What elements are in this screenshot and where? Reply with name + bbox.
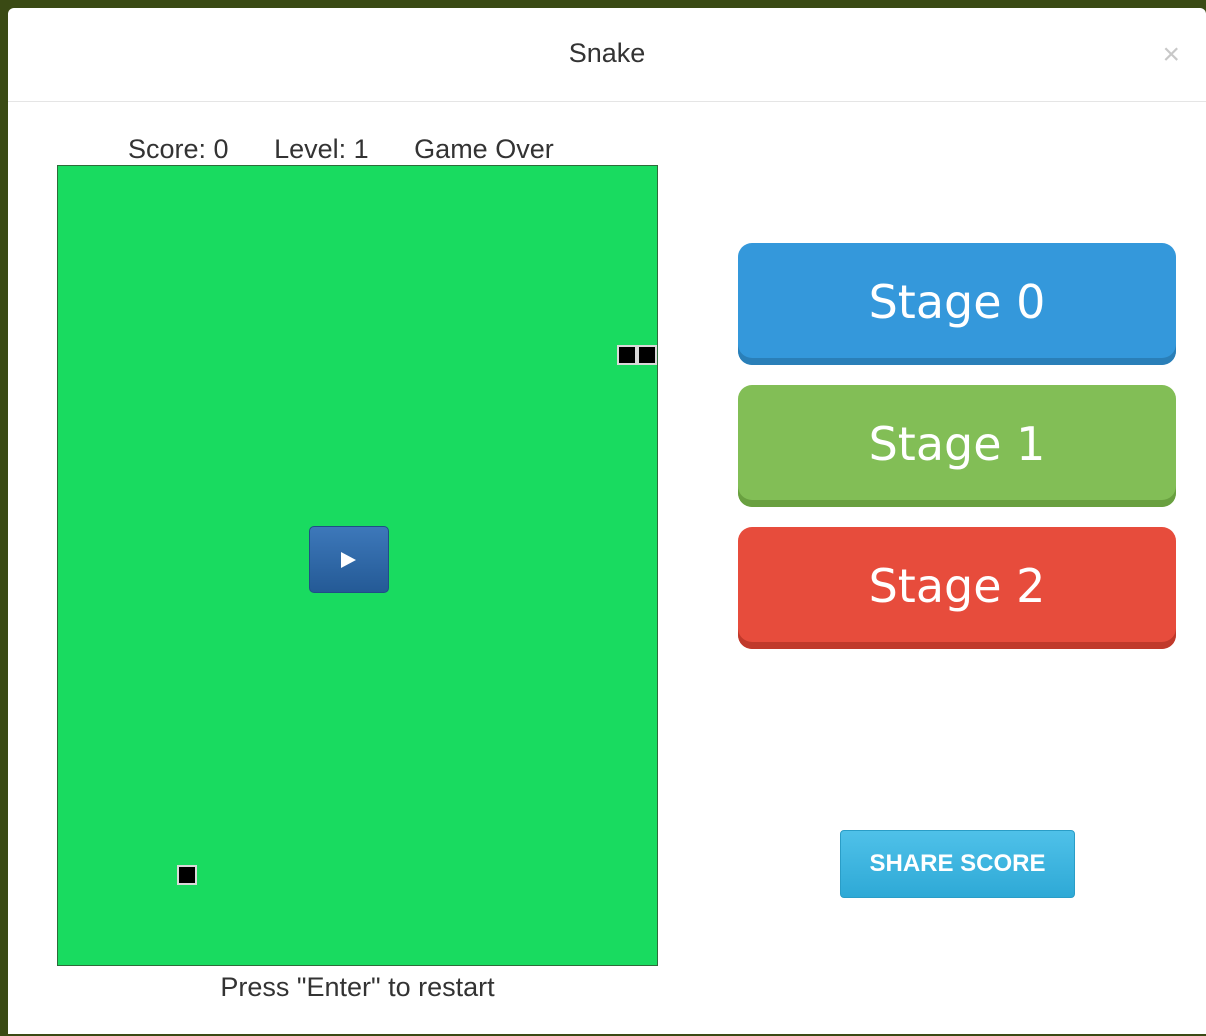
game-board[interactable]	[57, 165, 658, 966]
play-icon	[341, 552, 356, 568]
stage-1-button[interactable]: Stage 1	[738, 385, 1176, 507]
food-cell	[177, 865, 197, 885]
level-text: Level: 1	[274, 134, 369, 164]
restart-hint: Press "Enter" to restart	[220, 972, 495, 1002]
play-button[interactable]	[309, 526, 389, 593]
score-text: Score: 0	[128, 134, 229, 164]
stage-2-button[interactable]: Stage 2	[738, 527, 1176, 649]
close-icon[interactable]: ×	[1162, 40, 1180, 70]
stage-0-button[interactable]: Stage 0	[738, 243, 1176, 365]
status-bar: Score: 0 Level: 1 Game Over	[128, 134, 592, 165]
share-score-button[interactable]: SHARE SCORE	[840, 830, 1075, 898]
modal-title: Snake	[568, 38, 646, 68]
modal-header: Snake ×	[8, 8, 1206, 102]
snake-segment	[637, 345, 657, 365]
snake-modal: Snake × Score: 0 Level: 1 Game Over Pres…	[8, 8, 1206, 1034]
game-state-text: Game Over	[414, 134, 554, 164]
snake-segment	[617, 345, 637, 365]
